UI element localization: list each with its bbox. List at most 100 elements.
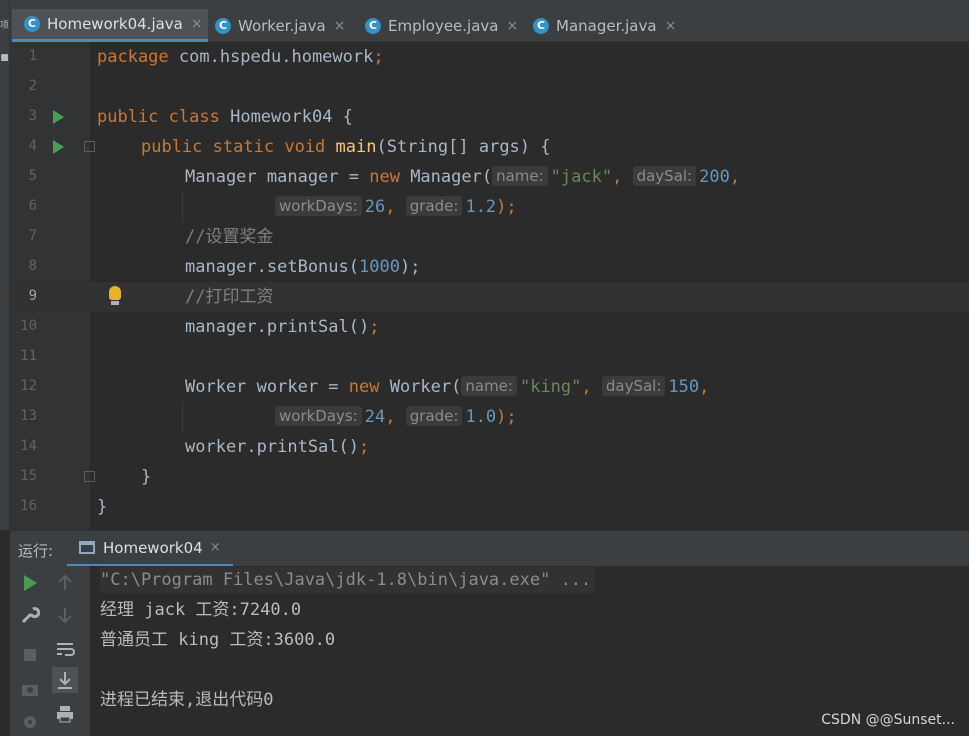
close-icon[interactable]: × (665, 18, 677, 34)
code-line: 14 worker.printSal(); (10, 432, 969, 462)
camera-icon[interactable] (19, 678, 41, 700)
watermark: CSDN @@Sunset... (821, 712, 955, 728)
code-line: 6 workDays: 26, grade: 1.2); (10, 192, 969, 222)
line-number: 5 (28, 168, 37, 184)
code-comment: //打印工资 (185, 287, 274, 307)
code-line: 16 } (10, 492, 969, 522)
print-icon[interactable] (54, 703, 76, 725)
console-exit-line: 进程已结束,退出代码0 (100, 690, 274, 710)
line-number: 6 (28, 198, 37, 214)
soft-wrap-icon[interactable] (54, 638, 76, 660)
tab-employee-java[interactable]: C Employee.java × (353, 9, 523, 42)
line-number: 13 (20, 408, 37, 424)
line-number: 11 (20, 348, 37, 364)
code-line: 15 } (10, 462, 969, 492)
fold-icon[interactable] (84, 141, 95, 152)
arrow-down-icon[interactable] (54, 604, 76, 626)
line-number: 7 (28, 228, 37, 244)
line-number: 1 (28, 48, 37, 64)
param-hint: workDays: (275, 406, 362, 426)
fold-icon[interactable] (84, 471, 95, 482)
lightbulb-base (111, 301, 119, 305)
tab-label: Worker.java (238, 16, 326, 35)
code-line: 1 package com.hspedu.homework; (10, 42, 969, 72)
param-hint: grade: (405, 406, 463, 426)
tab-label: Homework04.java (47, 15, 183, 33)
line-number: 8 (28, 258, 37, 274)
param-hint: name: (492, 166, 548, 186)
lightbulb-icon[interactable] (109, 286, 121, 300)
param-hint: daySal: (632, 166, 697, 186)
code-comment: //设置奖金 (185, 227, 274, 247)
line-number: 10 (20, 318, 37, 334)
indent-guide (182, 402, 183, 432)
run-config-tab[interactable]: Homework04 × (67, 531, 233, 567)
java-class-icon: C (24, 16, 40, 32)
code-line: 11 (10, 342, 969, 372)
console-output-line: 普通员工 king 工资:3600.0 (100, 630, 336, 650)
scroll-to-end-icon[interactable] (52, 667, 78, 693)
close-icon[interactable]: × (334, 18, 346, 34)
run-class-icon[interactable] (53, 110, 64, 124)
code-line: 3 public class Homework04 { (10, 102, 969, 132)
code-text: manager.printSal(); (185, 317, 380, 337)
code-text: workDays: 24, grade: 1.0); (275, 406, 517, 428)
code-text: workDays: 26, grade: 1.2); (275, 196, 517, 218)
code-line: 7 //设置奖金 (10, 222, 969, 252)
code-line: 13 workDays: 24, grade: 1.0); (10, 402, 969, 432)
code-text: Manager manager = new Manager(name: "jack… (185, 166, 741, 187)
tab-label: Employee.java (388, 16, 499, 35)
code-line: 12 Worker worker = new Worker(name: "king… (10, 372, 969, 402)
indent-guide (182, 192, 183, 222)
code-line: 2 (10, 72, 969, 102)
settings-gear-icon[interactable] (19, 711, 41, 733)
code-line: 4 public static void main(String[] args)… (10, 132, 969, 162)
code-text: package com.hspedu.homework; (97, 47, 384, 67)
project-tool-label[interactable]: 项 (0, 22, 9, 31)
code-line: 8 manager.setBonus(1000); (10, 252, 969, 282)
run-panel-label: 运行: (18, 542, 54, 560)
code-line: 5 Manager manager = new Manager(name: "ja… (10, 162, 969, 192)
param-hint: workDays: (275, 196, 362, 216)
tab-manager-java[interactable]: C Manager.java × (521, 9, 691, 42)
close-icon[interactable]: × (210, 540, 221, 555)
tab-homework04-java[interactable]: C Homework04.java × (12, 9, 208, 42)
line-number: 12 (20, 378, 37, 394)
code-text: manager.setBonus(1000); (185, 257, 421, 277)
code-text: public static void main(String[] args) { (141, 137, 551, 157)
line-number: 3 (28, 108, 37, 124)
run-main-icon[interactable] (53, 140, 64, 154)
param-hint: daySal: (601, 376, 666, 396)
run-panel: "C:\Program Files\Java\jdk-1.8\bin\java.… (10, 566, 969, 736)
java-class-icon: C (215, 17, 231, 34)
line-number: 14 (20, 438, 37, 454)
console-command-line: "C:\Program Files\Java\jdk-1.8\bin\java.… (100, 567, 596, 593)
left-tool-strip[interactable]: 项 ■ (0, 0, 10, 530)
code-text: } (97, 497, 108, 517)
code-editor[interactable]: 1 package com.hspedu.homework; 2 3 publi… (10, 42, 969, 530)
java-class-icon: C (365, 17, 381, 34)
console-output-line: 经理 jack 工资:7240.0 (100, 600, 302, 620)
arrow-up-icon[interactable] (54, 572, 76, 594)
code-line-current: 9 //打印工资 (10, 282, 969, 312)
java-class-icon: C (533, 17, 549, 34)
code-text: Worker worker = new Worker(name: "king", … (185, 376, 710, 397)
param-hint: grade: (405, 196, 463, 216)
code-text: worker.printSal(); (185, 437, 370, 457)
tab-worker-java[interactable]: C Worker.java × (203, 9, 353, 42)
code-text: } (141, 467, 152, 487)
code-line: 10 manager.printSal(); (10, 312, 969, 342)
tab-label: Manager.java (556, 16, 657, 35)
close-icon[interactable]: × (191, 16, 203, 32)
line-number: 4 (28, 138, 37, 154)
stop-icon[interactable] (19, 644, 41, 666)
close-icon[interactable]: × (507, 18, 519, 34)
structure-tool-icon[interactable]: ■ (0, 54, 9, 63)
run-panel-header: 运行: Homework04 × (10, 530, 969, 567)
line-number: 9 (28, 288, 37, 304)
wrench-icon[interactable] (19, 604, 41, 626)
rerun-icon[interactable] (19, 572, 41, 594)
editor-tab-bar: C Homework04.java × C Worker.java × C Em… (10, 0, 969, 42)
line-number: 15 (20, 468, 37, 484)
run-tab-label: Homework04 (103, 538, 203, 557)
